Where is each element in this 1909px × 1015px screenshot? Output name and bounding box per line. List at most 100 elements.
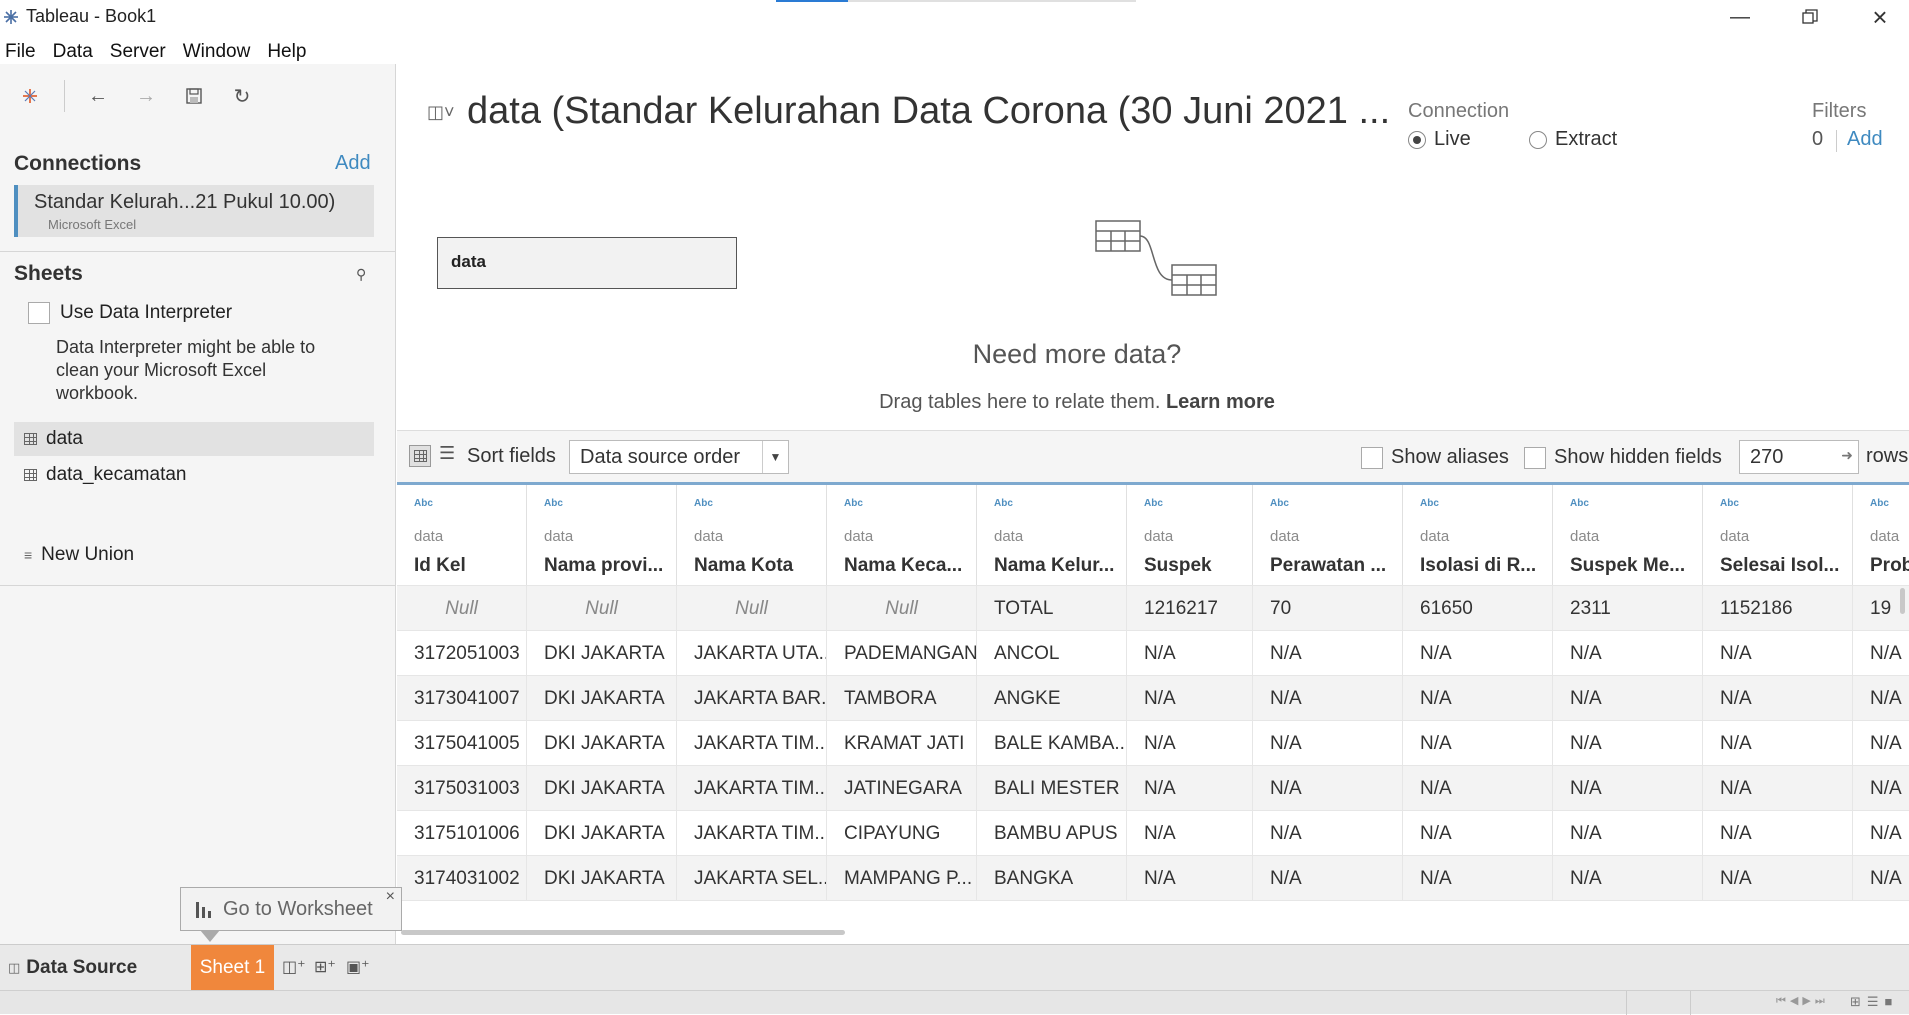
sort-fields-dropdown[interactable]: Data source order ▼ — [569, 440, 789, 474]
tab-sheet-1[interactable]: Sheet 1 — [191, 945, 274, 990]
table-cell[interactable]: N/A — [1253, 811, 1403, 856]
show-hidden-fields-checkbox[interactable] — [1524, 446, 1546, 469]
string-type-icon[interactable]: Abc — [694, 498, 713, 509]
rows-input[interactable]: 270 ➜ — [1739, 440, 1859, 474]
table-cell[interactable]: N/A — [1127, 811, 1253, 856]
show-aliases-checkbox[interactable] — [1361, 446, 1383, 469]
sheet-navigation-icons[interactable]: ⏮◀▶⏭ — [1776, 994, 1829, 1008]
close-window-button[interactable]: × — [1845, 0, 1909, 34]
table-cell[interactable]: N/A — [1703, 631, 1853, 676]
table-cell[interactable]: CIPAYUNG — [827, 811, 977, 856]
table-cell[interactable]: N/A — [1127, 676, 1253, 721]
page-title[interactable]: data (Standar Kelurahan Data Corona (30 … — [467, 90, 1390, 133]
horizontal-scrollbar[interactable] — [401, 930, 845, 935]
new-story-icon[interactable]: ▣⁺ — [346, 957, 370, 977]
string-type-icon[interactable]: Abc — [1870, 498, 1889, 509]
save-icon[interactable] — [180, 82, 208, 110]
table-cell[interactable]: N/A — [1703, 811, 1853, 856]
table-cell[interactable]: BANGKA — [977, 856, 1127, 901]
string-type-icon[interactable]: Abc — [844, 498, 863, 509]
restore-button[interactable] — [1775, 0, 1845, 34]
table-cell[interactable]: PADEMANGAN — [827, 631, 977, 676]
show-hidden-fields[interactable]: Show hidden fields — [1524, 446, 1722, 469]
table-cell[interactable]: ANCOL — [977, 631, 1127, 676]
table-cell[interactable]: 2311 — [1553, 586, 1703, 631]
column-header[interactable]: Abc data Suspek Me... — [1553, 485, 1703, 585]
table-cell[interactable]: ANGKE — [977, 676, 1127, 721]
menu-data[interactable]: Data — [53, 41, 93, 63]
show-aliases[interactable]: Show aliases — [1361, 446, 1509, 469]
search-sheets-icon[interactable]: ⚲ — [356, 266, 366, 283]
table-cell[interactable]: N/A — [1127, 631, 1253, 676]
extract-option[interactable]: Extract — [1529, 128, 1617, 151]
sheet-item-data-kecamatan[interactable]: data_kecamatan — [14, 458, 187, 492]
string-type-icon[interactable]: Abc — [1144, 498, 1163, 509]
table-cell[interactable]: N/A — [1703, 766, 1853, 811]
column-header[interactable]: Abc data Nama Kota — [677, 485, 827, 585]
table-cell[interactable]: N/A — [1127, 856, 1253, 901]
add-filter-link[interactable]: Add — [1847, 128, 1883, 151]
table-cell[interactable]: N/A — [1553, 676, 1703, 721]
use-data-interpreter-checkbox[interactable] — [28, 302, 50, 324]
live-radio[interactable] — [1408, 130, 1426, 149]
table-cell[interactable]: N/A — [1853, 721, 1909, 766]
table-cell[interactable]: MAMPANG P... — [827, 856, 977, 901]
menu-window[interactable]: Window — [183, 41, 251, 63]
tableau-home-icon[interactable] — [16, 82, 44, 110]
menu-server[interactable]: Server — [110, 41, 166, 63]
table-cell[interactable]: N/A — [1127, 766, 1253, 811]
table-cell[interactable]: BALI MESTER — [977, 766, 1127, 811]
minimize-button[interactable]: — — [1705, 0, 1775, 34]
table-cell[interactable]: N/A — [1127, 721, 1253, 766]
table-cell[interactable]: N/A — [1253, 676, 1403, 721]
table-cell[interactable]: Null — [527, 586, 677, 631]
table-cell[interactable]: 3172051003 — [397, 631, 527, 676]
table-cell[interactable]: JAKARTA BAR... — [677, 676, 827, 721]
table-cell[interactable]: N/A — [1703, 676, 1853, 721]
table-cell[interactable]: N/A — [1853, 856, 1909, 901]
new-worksheet-icon[interactable]: ◫⁺ — [282, 957, 306, 977]
column-header[interactable]: Abc data Prob — [1853, 485, 1909, 585]
list-view-icon[interactable]: ☰ — [439, 443, 455, 464]
table-cell[interactable]: N/A — [1553, 631, 1703, 676]
table-cell[interactable]: Null — [677, 586, 827, 631]
table-cell[interactable]: N/A — [1703, 721, 1853, 766]
forward-icon[interactable]: → — [132, 82, 160, 110]
table-cell[interactable]: JATINEGARA — [827, 766, 977, 811]
table-cell[interactable]: TAMBORA — [827, 676, 977, 721]
table-cell[interactable]: N/A — [1553, 721, 1703, 766]
table-cell[interactable]: JAKARTA UTA... — [677, 631, 827, 676]
table-cell[interactable]: 70 — [1253, 586, 1403, 631]
table-cell[interactable]: N/A — [1403, 811, 1553, 856]
table-cell[interactable]: Null — [827, 586, 977, 631]
table-cell[interactable]: N/A — [1553, 811, 1703, 856]
table-cell[interactable]: N/A — [1403, 721, 1553, 766]
column-header[interactable]: Abc data Suspek — [1127, 485, 1253, 585]
table-cell[interactable]: N/A — [1403, 631, 1553, 676]
column-header[interactable]: Abc data Nama Kelur... — [977, 485, 1127, 585]
string-type-icon[interactable]: Abc — [544, 498, 563, 509]
table-cell[interactable]: DKI JAKARTA — [527, 676, 677, 721]
go-to-worksheet-tooltip[interactable]: Go to Worksheet × — [180, 887, 402, 931]
table-cell[interactable]: N/A — [1403, 766, 1553, 811]
close-tooltip-icon[interactable]: × — [386, 888, 395, 906]
table-cell[interactable]: 3175031003 — [397, 766, 527, 811]
column-header[interactable]: Abc data Nama Keca... — [827, 485, 977, 585]
view-mode-icons[interactable]: ⊞☰■ — [1850, 994, 1898, 1010]
table-cell[interactable]: BAMBU APUS — [977, 811, 1127, 856]
table-cell[interactable]: 3173041007 — [397, 676, 527, 721]
grid-view-button[interactable] — [409, 445, 431, 467]
table-cell[interactable]: JAKARTA TIM... — [677, 811, 827, 856]
column-header[interactable]: Abc data Nama provi... — [527, 485, 677, 585]
table-cell[interactable]: N/A — [1553, 766, 1703, 811]
table-cell[interactable]: BALE KAMBA... — [977, 721, 1127, 766]
new-dashboard-icon[interactable]: ⊞⁺ — [314, 957, 336, 977]
table-cell[interactable]: TOTAL — [977, 586, 1127, 631]
table-cell[interactable]: N/A — [1253, 856, 1403, 901]
table-cell[interactable]: N/A — [1403, 856, 1553, 901]
table-cell[interactable]: N/A — [1253, 766, 1403, 811]
column-header[interactable]: Abc data Id Kel — [397, 485, 527, 585]
learn-more-link[interactable]: Learn more — [1166, 391, 1275, 413]
string-type-icon[interactable]: Abc — [414, 498, 433, 509]
table-cell[interactable]: 61650 — [1403, 586, 1553, 631]
